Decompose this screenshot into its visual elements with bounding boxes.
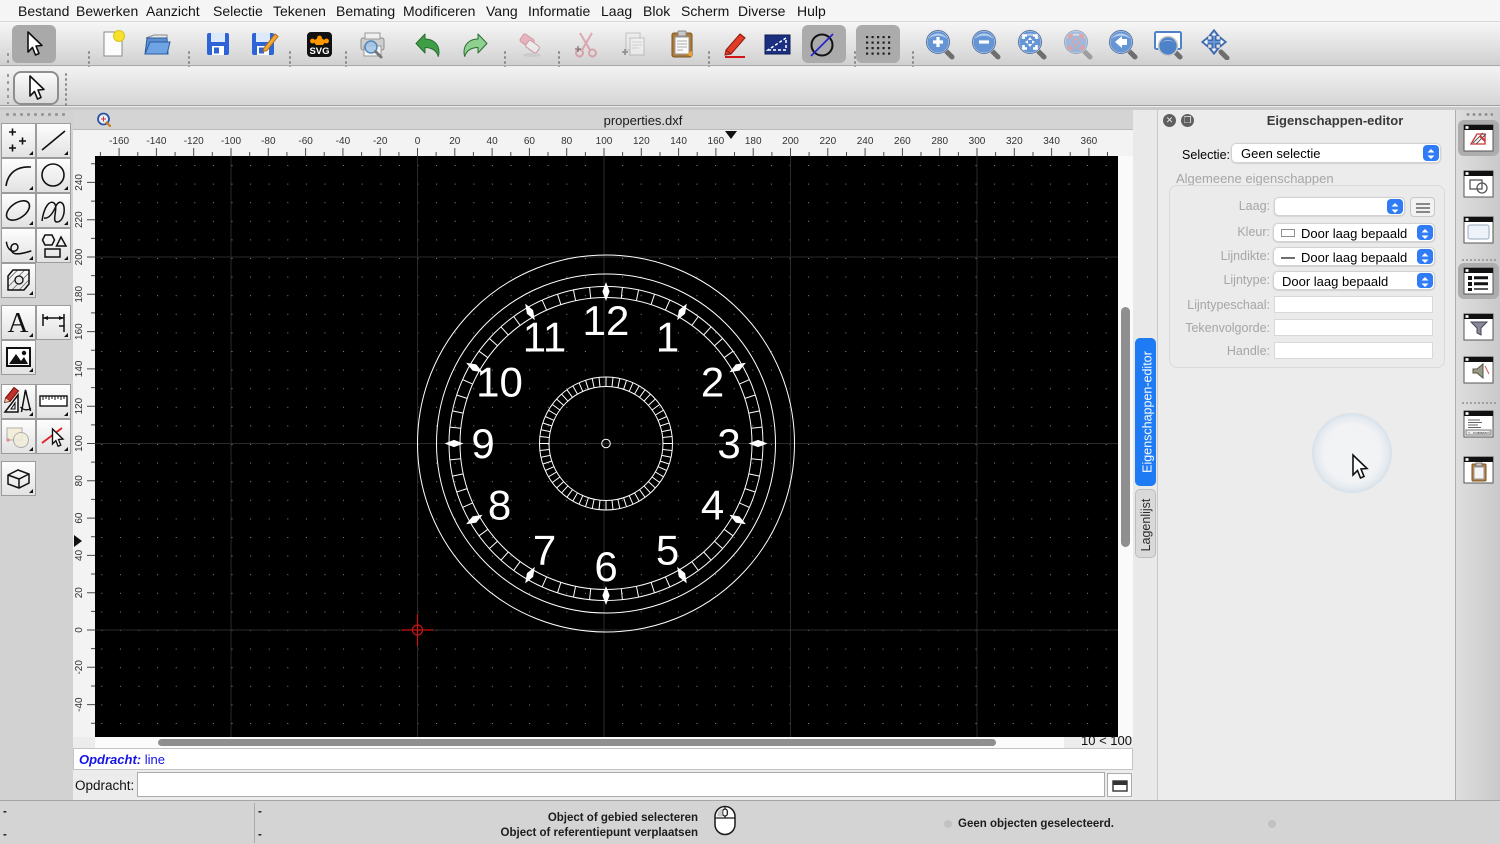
svg-text:360: 360 bbox=[1081, 136, 1098, 147]
svg-text:100: 100 bbox=[596, 136, 613, 147]
svg-text:-40: -40 bbox=[336, 136, 351, 147]
svg-text:12: 12 bbox=[583, 297, 630, 344]
svg-text:240: 240 bbox=[857, 136, 874, 147]
svg-text:-60: -60 bbox=[298, 136, 313, 147]
svg-text:200: 200 bbox=[782, 136, 799, 147]
svg-text:100: 100 bbox=[74, 435, 85, 452]
svg-text:20: 20 bbox=[74, 587, 85, 599]
svg-text:10: 10 bbox=[476, 359, 523, 406]
svg-text:40: 40 bbox=[487, 136, 499, 147]
svg-text:160: 160 bbox=[74, 323, 85, 340]
svg-text:-20: -20 bbox=[74, 660, 85, 675]
svg-text:1: 1 bbox=[656, 314, 679, 361]
svg-text:80: 80 bbox=[74, 475, 85, 487]
svg-text:0: 0 bbox=[415, 136, 421, 147]
svg-text:220: 220 bbox=[74, 211, 85, 228]
svg-text:7: 7 bbox=[533, 527, 556, 574]
svg-text:280: 280 bbox=[931, 136, 948, 147]
svg-text:220: 220 bbox=[819, 136, 836, 147]
svg-text:340: 340 bbox=[1043, 136, 1060, 147]
svg-text:< command: < command bbox=[1468, 431, 1490, 436]
svg-text:40: 40 bbox=[74, 549, 85, 561]
svg-text:-120: -120 bbox=[184, 136, 204, 147]
svg-text:200: 200 bbox=[74, 248, 85, 265]
svg-text:A: A bbox=[8, 307, 29, 339]
svg-text:260: 260 bbox=[894, 136, 911, 147]
svg-text:0: 0 bbox=[74, 627, 85, 633]
svg-text:120: 120 bbox=[74, 397, 85, 414]
svg-text:-40: -40 bbox=[74, 697, 85, 712]
svg-text:4: 4 bbox=[701, 482, 724, 529]
svg-text:3: 3 bbox=[717, 420, 740, 467]
svg-text:140: 140 bbox=[670, 136, 687, 147]
svg-text:60: 60 bbox=[74, 512, 85, 524]
svg-text:120: 120 bbox=[633, 136, 650, 147]
svg-text:140: 140 bbox=[74, 360, 85, 377]
svg-text:-20: -20 bbox=[373, 136, 388, 147]
svg-text:320: 320 bbox=[1006, 136, 1023, 147]
svg-text:8: 8 bbox=[488, 482, 511, 529]
svg-text:2: 2 bbox=[701, 359, 724, 406]
svg-text:-140: -140 bbox=[146, 136, 166, 147]
svg-text:180: 180 bbox=[745, 136, 762, 147]
svg-text:6: 6 bbox=[594, 543, 617, 590]
svg-text:60: 60 bbox=[524, 136, 536, 147]
svg-text:11: 11 bbox=[523, 314, 567, 361]
svg-text:-80: -80 bbox=[261, 136, 276, 147]
svg-text:-100: -100 bbox=[221, 136, 241, 147]
svg-text:180: 180 bbox=[74, 286, 85, 303]
svg-text:9: 9 bbox=[471, 420, 494, 467]
svg-text:300: 300 bbox=[969, 136, 986, 147]
svg-text:20: 20 bbox=[449, 136, 461, 147]
svg-text:-160: -160 bbox=[109, 136, 129, 147]
svg-text:240: 240 bbox=[74, 174, 85, 191]
svg-text:160: 160 bbox=[708, 136, 725, 147]
svg-text:5: 5 bbox=[656, 527, 679, 574]
svg-text:SVG: SVG bbox=[309, 46, 329, 57]
svg-text:80: 80 bbox=[561, 136, 573, 147]
